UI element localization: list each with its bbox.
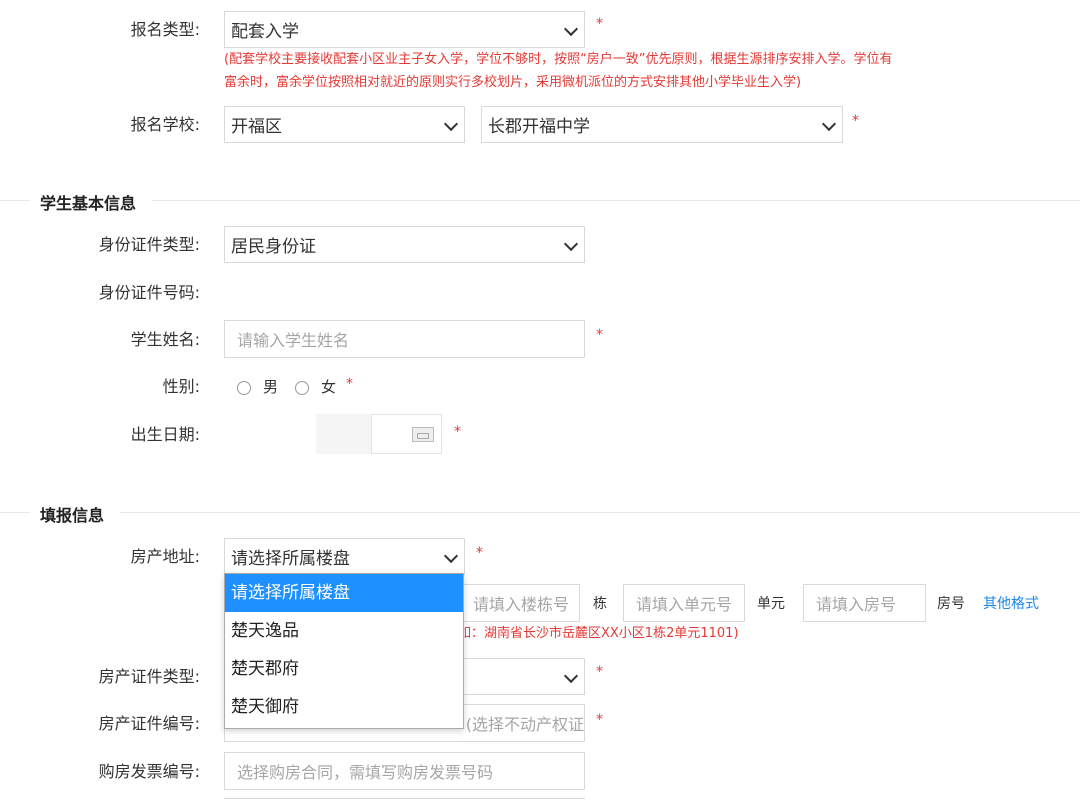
address-label: 房产地址: (130, 547, 200, 566)
other-format-link[interactable]: 其他格式 (983, 593, 1039, 613)
enroll-school-label: 报名学校: (130, 115, 200, 134)
required-mark: * (596, 712, 603, 728)
cert-type-label: 房产证件类型: (98, 667, 200, 686)
room-input[interactable]: 请填入房号 (803, 584, 926, 622)
section-divider (152, 200, 1080, 201)
id-type-select[interactable]: 居民身份证 (224, 226, 585, 263)
unit-input[interactable]: 请填入单元号 (623, 584, 745, 622)
required-mark: * (852, 113, 859, 129)
district-select[interactable]: 开福区 (224, 106, 465, 143)
student-name-label: 学生姓名: (130, 330, 200, 349)
school-value: 长郡开福中学 (488, 117, 590, 137)
enroll-note-line2: 富余时，富余学位按照相对就近的原则实行多校划片，采用微机派位的方式安排其他小学毕… (224, 75, 802, 90)
gender-male-radio[interactable] (237, 381, 251, 395)
chevron-down-icon (821, 116, 837, 131)
enroll-type-select[interactable]: 配套入学 (224, 11, 585, 48)
id-type-label: 身份证件类型: (98, 235, 200, 254)
required-mark: * (596, 327, 603, 343)
cert-number-label: 房产证件编号: (98, 714, 200, 733)
gender-female-label: 女 (321, 378, 337, 396)
id-type-value: 居民身份证 (231, 237, 316, 257)
building-unit-text: 栋 (593, 596, 607, 612)
enroll-type-label: 报名类型: (130, 20, 200, 39)
id-number-label: 身份证件号码: (98, 283, 200, 302)
section-divider (120, 512, 1080, 513)
student-name-input[interactable]: 请输入学生姓名 (224, 320, 585, 358)
dropdown-option[interactable]: 楚天郡府 (225, 650, 463, 688)
gender-label: 性别: (162, 377, 200, 396)
required-mark: * (596, 664, 603, 680)
enroll-type-value: 配套入学 (231, 22, 299, 42)
enroll-note-line1: (配套学校主要接收配套小区业主子女入学，学位不够时，按照“房户一致”优先原则，根… (224, 52, 893, 67)
unit-unit-text: 单元 (757, 596, 785, 612)
required-mark: * (476, 545, 483, 561)
gender-female-radio[interactable] (295, 381, 309, 395)
gender-male-label: 男 (263, 378, 279, 396)
property-select[interactable]: 请选择所属楼盘 (224, 538, 465, 575)
chevron-down-icon (563, 668, 579, 683)
required-mark: * (454, 424, 461, 440)
chevron-down-icon (443, 116, 459, 131)
next-field-edge (224, 798, 585, 803)
building-input[interactable]: 请填入楼栋号 (460, 584, 580, 622)
chevron-down-icon (563, 236, 579, 251)
school-select[interactable]: 长郡开福中学 (481, 106, 843, 143)
address-example: 如：湖南省长沙市岳麓区XX小区1栋2单元1101) (458, 626, 739, 641)
property-value: 请选择所属楼盘 (231, 549, 350, 569)
dropdown-option[interactable]: 请选择所属楼盘 (225, 574, 463, 612)
section-divider (0, 200, 30, 201)
student-section-title: 学生基本信息 (40, 194, 137, 213)
required-mark: * (596, 16, 603, 32)
birth-date-label: 出生日期: (130, 425, 200, 444)
room-unit-text: 房号 (937, 596, 965, 612)
cert-number-placeholder: (选择不动产权证 (465, 715, 584, 734)
fill-section-title: 填报信息 (40, 506, 105, 525)
invoice-label: 购房发票编号: (98, 762, 200, 781)
section-divider (0, 512, 30, 513)
dropdown-option[interactable]: 楚天逸品 (225, 612, 463, 650)
property-dropdown-list[interactable]: 请选择所属楼盘 楚天逸品 楚天郡府 楚天御府 (224, 573, 464, 729)
dropdown-option[interactable]: 楚天御府 (225, 688, 463, 726)
chevron-down-icon (443, 548, 459, 563)
chevron-down-icon (563, 21, 579, 36)
district-value: 开福区 (231, 117, 282, 137)
birth-date-input[interactable] (316, 414, 442, 454)
invoice-input[interactable]: 选择购房合同，需填写购房发票号码 (224, 752, 585, 790)
calendar-icon[interactable] (412, 427, 434, 442)
required-mark: * (346, 376, 353, 392)
